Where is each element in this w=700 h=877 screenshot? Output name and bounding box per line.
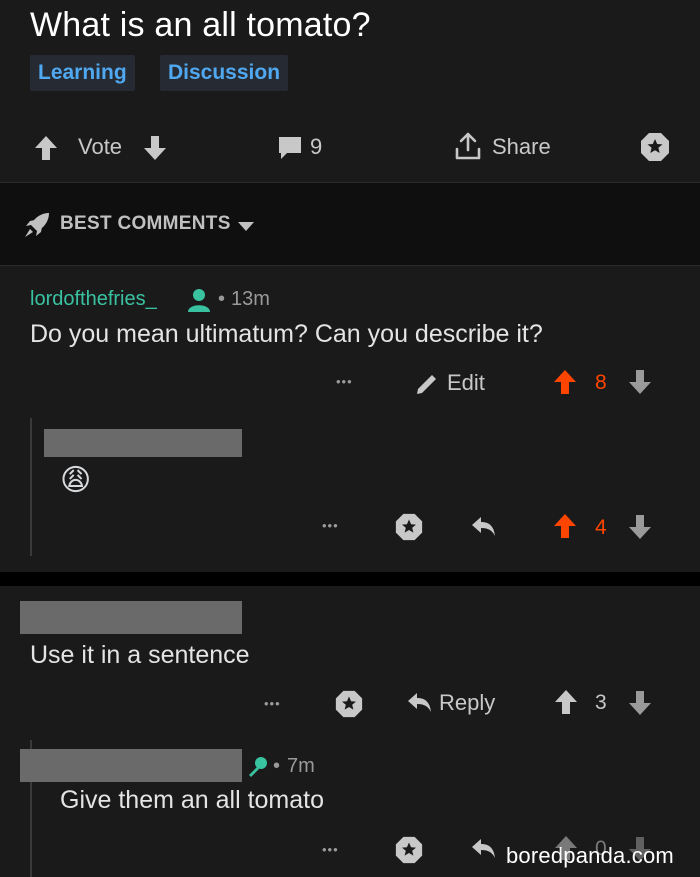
more-options-icon[interactable]: ••• (336, 374, 353, 389)
reply-arrow-icon[interactable] (406, 690, 434, 716)
thread-line[interactable] (30, 418, 32, 556)
share-icon[interactable] (453, 131, 483, 161)
more-options-icon[interactable]: ••• (322, 518, 339, 533)
comment-score: 3 (595, 691, 607, 714)
vote-label: Vote (78, 134, 123, 159)
downvote-arrow-icon[interactable] (143, 135, 167, 161)
chevron-down-icon[interactable] (237, 220, 255, 232)
comment-bubble-icon[interactable] (277, 135, 303, 161)
edit-pencil-icon[interactable] (414, 369, 442, 397)
comment-username[interactable]: lordofthefries_ (30, 288, 157, 311)
reply-arrow-icon[interactable] (470, 836, 498, 862)
comment-age: 13m (231, 288, 270, 310)
downvote-arrow-icon[interactable] (628, 690, 652, 716)
thread-divider (0, 572, 700, 586)
comment-score: 8 (595, 371, 607, 394)
award-icon[interactable] (394, 835, 424, 865)
comment-score: 4 (595, 516, 607, 539)
comment-body: Give them an all tomato (60, 786, 325, 814)
edit-label[interactable]: Edit (447, 370, 485, 396)
comment-age: 7m (287, 755, 315, 777)
share-label[interactable]: Share (492, 134, 551, 160)
flair-discussion[interactable]: Discussion (160, 55, 289, 91)
award-icon[interactable] (334, 689, 364, 719)
comment-body: Use it in a sentence (30, 641, 250, 669)
watermark: boredpanda.com (506, 843, 674, 868)
upvote-arrow-icon[interactable] (552, 513, 578, 539)
flair-learning[interactable]: Learning (30, 55, 135, 91)
post-title: What is an all tomato? (30, 6, 371, 44)
downvote-arrow-icon[interactable] (628, 369, 652, 395)
more-options-icon[interactable]: ••• (322, 842, 339, 857)
redacted-username (20, 749, 242, 782)
microphone-icon (246, 754, 270, 778)
redacted-username (20, 601, 242, 634)
downvote-arrow-icon[interactable] (628, 514, 652, 540)
upvote-arrow-icon[interactable] (34, 135, 58, 161)
award-icon[interactable] (639, 131, 671, 163)
reply-label[interactable]: Reply (439, 690, 495, 716)
user-profile-icon (186, 287, 212, 313)
rocket-icon (22, 210, 52, 240)
sort-label[interactable]: BEST COMMENTS (60, 213, 231, 235)
more-options-icon[interactable]: ••• (264, 696, 281, 711)
award-icon[interactable] (394, 512, 424, 542)
comment-count: 9 (310, 134, 323, 159)
comment-body: Do you mean ultimatum? Can you describe … (30, 320, 543, 348)
upvote-arrow-icon[interactable] (553, 689, 579, 715)
comment-emoji: 😩 (60, 464, 92, 497)
redacted-username (44, 429, 242, 457)
reply-arrow-icon[interactable] (470, 514, 498, 540)
upvote-arrow-icon[interactable] (552, 369, 578, 395)
